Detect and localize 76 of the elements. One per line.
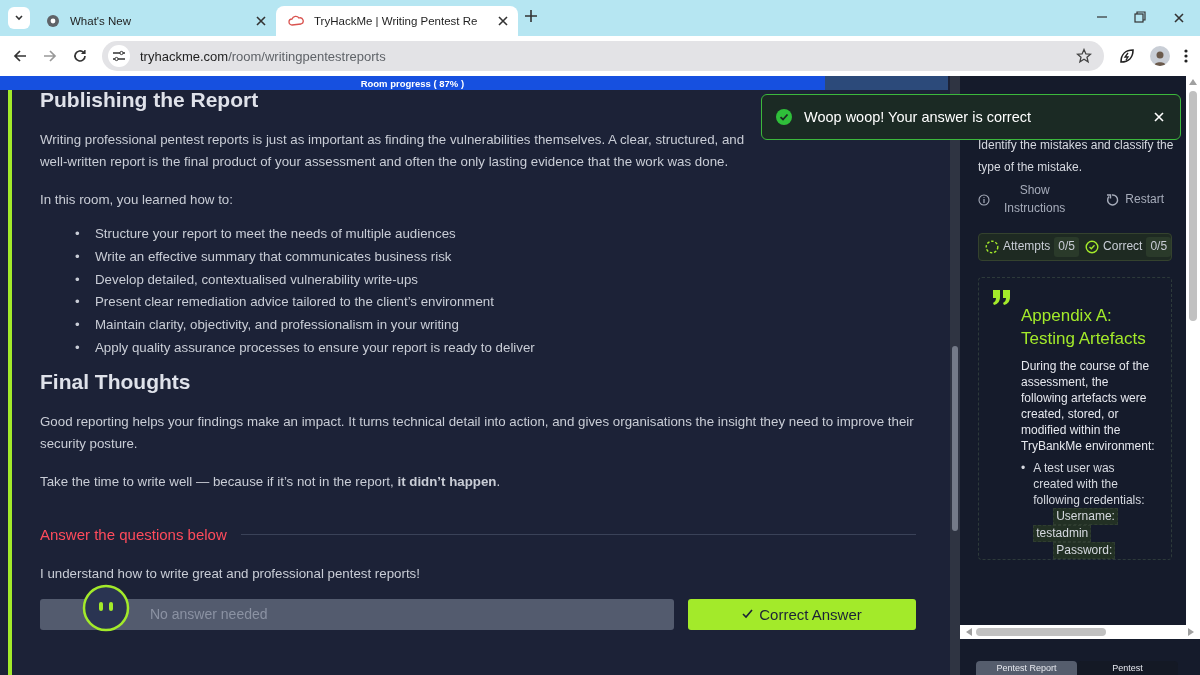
dashed-circle-icon [985,240,999,254]
cloud-icon [288,14,304,28]
list-item: Apply quality assurance processes to ensure your report is ready to deliver [95,339,535,357]
show-instructions-button[interactable]: Show Instructions [978,184,1066,215]
bullet: • [75,225,81,243]
paragraph: In this room, you learned how to: [40,191,234,209]
scrollbar-thumb[interactable] [976,628,1106,636]
info-icon [978,193,990,206]
star-icon[interactable] [1076,48,1092,64]
mascot-icon[interactable] [82,583,130,632]
code-text: Password: [1053,542,1116,559]
list-item: Develop detailed, contextualised vulnerability write-ups [95,270,418,289]
bullet: • [75,247,81,266]
tab-list-dropdown-icon[interactable] [14,13,24,23]
address-bar[interactable]: tryhackme.com/room/writingpentestreports [102,41,1104,71]
back-icon[interactable] [12,48,28,64]
code-text: testadmin [1033,525,1092,542]
browser-tab[interactable]: TryHackMe | Writing Pentest Re [276,6,518,36]
avatar[interactable] [1150,46,1170,66]
scroll-left-icon[interactable] [966,628,972,636]
check-icon [742,609,754,620]
bullet: • [75,316,81,335]
bullet: • [1021,460,1026,477]
score-value: 0/5 [1146,237,1172,257]
paragraph: Good reporting helps your findings make an impact. It turns technical detail into action, and gives organisations the insight they need to improve their security posture. [40,412,915,453]
score-label: Attempts [1003,238,1051,256]
paragraph: Writing professional pentest reports is just as important as finding the vulnerabilities themselves. A clear, structured, and well-written report is the final product of your assessment and often the only lasting evidence that the work was done. [40,131,746,171]
bullet: • [75,339,81,357]
bullet: • [75,293,81,312]
reload-icon[interactable] [72,48,88,64]
paragraph: Take the time to write well — because if it’s not in the report, it didn’t happen. [40,472,502,491]
globe-icon [46,14,60,28]
scroll-up-icon[interactable] [1189,79,1197,85]
score-value: 0/5 [1054,237,1080,257]
restore-icon[interactable] [1134,11,1146,23]
list-item: Write an effective summary that communicates business risk [95,247,452,266]
close-icon[interactable] [1152,110,1166,124]
restart-button[interactable]: Restart [1083,184,1186,215]
list-item: A test user was created with the following credentials: [1033,461,1145,507]
toast-message: Woop woop! Your answer is correct [804,109,1032,125]
close-icon[interactable] [1172,11,1186,25]
score-label: Correct [1103,238,1143,256]
scrollbar-thumb[interactable] [1189,91,1197,321]
browser-tab[interactable]: What's New [34,6,276,36]
list-item: Present clear remediation advice tailored to the client’s environment [95,293,494,312]
task-description: Identify the mistakes and classify the type of the mistake. [978,137,1175,176]
section-heading: Final Thoughts [40,368,192,395]
list-item: Maintain clarity, objectivity, and professionalism in your writing [95,316,459,335]
person-icon [1153,50,1167,66]
more-icon[interactable] [1184,48,1188,64]
quote-icon [991,288,1013,306]
document-text: During the course of the assessment, the following artefacts were created, stored, or modified within the TryBankMe environment: [1021,358,1155,454]
bullet: • [75,270,81,289]
progress-label: Room progress ( 87% ) [360,77,465,89]
scrollbar-thumb[interactable] [952,346,958,531]
correct-answer-button[interactable]: Correct Answer [688,598,916,630]
panel-tab[interactable]: Pentest [1077,661,1178,675]
panel-tab[interactable]: Pentest Report [976,661,1077,675]
close-icon[interactable] [254,14,268,28]
question-text: I understand how to write great and professional pentest reports! [40,564,421,583]
document-title: Appendix A: Testing Artefacts [1021,305,1147,350]
check-circle-icon [1085,240,1100,254]
leaf-icon[interactable] [1118,47,1136,65]
section-heading: Publishing the Report [40,87,260,113]
code-text: Username: [1053,508,1118,525]
scroll-right-icon[interactable] [1188,628,1194,636]
new-tab-icon[interactable] [524,9,538,23]
questions-title: Answer the questions below [40,525,227,543]
answer-field[interactable]: No answer needed [40,598,674,630]
close-icon[interactable] [496,14,510,28]
check-circle-icon [776,109,792,125]
restart-icon [1105,192,1120,207]
horizontal-scrollbar[interactable] [960,625,1200,639]
list-item: Structure your report to meet the needs of multiple audiences [95,225,456,243]
site-settings-icon[interactable] [112,50,126,62]
forward-icon[interactable] [42,48,58,64]
